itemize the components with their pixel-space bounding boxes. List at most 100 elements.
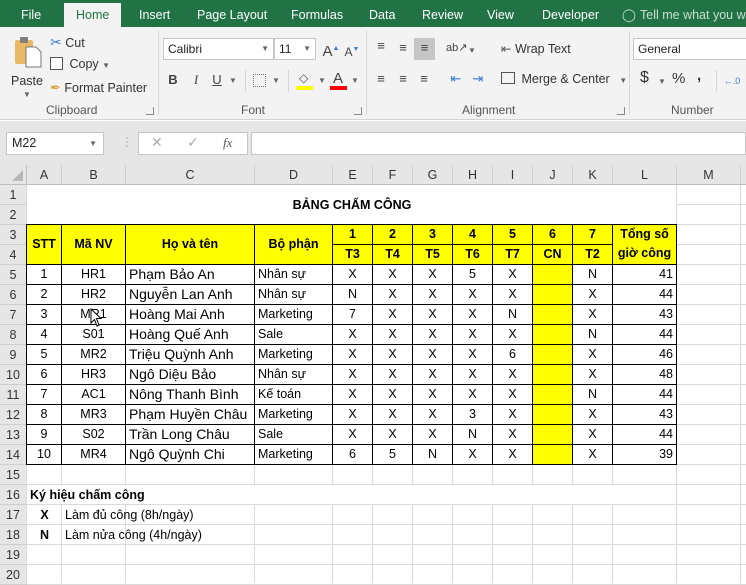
cell-day-5[interactable]: 6: [492, 344, 533, 365]
cell-day-4[interactable]: X: [452, 444, 493, 465]
row-header-14[interactable]: 14: [0, 445, 27, 465]
cell-day-1[interactable]: X: [332, 364, 373, 385]
copy-button[interactable]: Copy ▼: [50, 57, 110, 71]
header-day-4[interactable]: 4: [452, 224, 493, 245]
tab-home[interactable]: Home: [64, 3, 122, 27]
cell-ho-ten[interactable]: Phạm Huyền Châu: [125, 404, 255, 425]
align-right-icon[interactable]: ≡: [414, 69, 434, 89]
cell-stt[interactable]: 10: [26, 444, 62, 465]
header-stt[interactable]: STT: [26, 224, 62, 265]
cell-ho-ten[interactable]: Ngô Diệu Bảo: [125, 364, 255, 385]
cell-day-1[interactable]: X: [332, 264, 373, 285]
fill-color-icon[interactable]: ◇: [296, 71, 314, 91]
cancel-icon[interactable]: ✕: [151, 134, 163, 151]
font-name-select[interactable]: Calibri ▼: [163, 38, 274, 60]
cell-stt[interactable]: 2: [26, 284, 62, 305]
header-tong-gio-cong[interactable]: Tổng số giờ công: [612, 224, 677, 265]
cell-bo-phan[interactable]: Sale: [254, 324, 333, 345]
row-header-10[interactable]: 10: [0, 365, 27, 385]
cell-day-5[interactable]: N: [492, 304, 533, 325]
row-header-20[interactable]: 20: [0, 565, 27, 585]
header-weekday-t5[interactable]: T5: [412, 244, 453, 265]
cell-day-1[interactable]: X: [332, 324, 373, 345]
cell-day-6[interactable]: [532, 304, 573, 325]
decrease-indent-icon[interactable]: ⇤: [446, 69, 466, 89]
wrap-text-button[interactable]: ⇤ Wrap Text: [501, 41, 571, 56]
row-header-5[interactable]: 5: [0, 265, 27, 285]
cell-tong-gio-cong[interactable]: 46: [612, 344, 677, 365]
header-day-3[interactable]: 3: [412, 224, 453, 245]
column-header-f[interactable]: F: [373, 165, 413, 185]
column-header-k[interactable]: K: [573, 165, 613, 185]
align-left-icon[interactable]: ≡: [371, 69, 391, 89]
formula-bar-grip-icon[interactable]: ⋮: [121, 135, 133, 149]
cell-stt[interactable]: 6: [26, 364, 62, 385]
cell-ho-ten[interactable]: Ngô Quỳnh Chi: [125, 444, 255, 465]
cell-day-7[interactable]: X: [572, 444, 613, 465]
font-color-dropdown-icon[interactable]: ▼: [351, 76, 359, 85]
cell-day-3[interactable]: X: [412, 424, 453, 445]
cell-day-3[interactable]: N: [412, 444, 453, 465]
cell-stt[interactable]: 1: [26, 264, 62, 285]
increase-indent-icon[interactable]: ⇥: [468, 69, 488, 89]
cell-ma-nv[interactable]: AC1: [61, 384, 126, 405]
cell-day-6[interactable]: [532, 324, 573, 345]
cell-tong-gio-cong[interactable]: 44: [612, 384, 677, 405]
cell-day-5[interactable]: X: [492, 404, 533, 425]
cell-ho-ten[interactable]: Trần Long Châu: [125, 424, 255, 445]
cell-tong-gio-cong[interactable]: 41: [612, 264, 677, 285]
row-header-16[interactable]: 16: [0, 485, 27, 505]
cell-day-3[interactable]: X: [412, 344, 453, 365]
font-size-select[interactable]: 11 ▼: [274, 38, 316, 60]
cell-day-2[interactable]: X: [372, 264, 413, 285]
cell-ho-ten[interactable]: Hoàng Mai Anh: [125, 304, 255, 325]
cell-day-2[interactable]: X: [372, 284, 413, 305]
cell-day-1[interactable]: X: [332, 424, 373, 445]
tab-formulas[interactable]: Formulas: [291, 0, 343, 27]
tab-insert[interactable]: Insert: [139, 0, 170, 27]
bold-button[interactable]: B: [163, 70, 183, 90]
paste-button[interactable]: Paste ▼: [8, 33, 46, 99]
header-ma-nv[interactable]: Mã NV: [61, 224, 126, 265]
italic-button[interactable]: I: [186, 70, 206, 90]
cell-ma-nv[interactable]: HR3: [61, 364, 126, 385]
column-header-n[interactable]: [741, 165, 746, 185]
align-top-icon[interactable]: ≡: [371, 36, 391, 56]
cell-day-2[interactable]: X: [372, 364, 413, 385]
increase-font-size-icon[interactable]: A▲: [321, 39, 341, 60]
cell-ho-ten[interactable]: Hoàng Quế Anh: [125, 324, 255, 345]
tab-file[interactable]: File: [21, 0, 41, 27]
cell-ma-nv[interactable]: S02: [61, 424, 126, 445]
font-color-icon[interactable]: A: [330, 69, 348, 91]
underline-button[interactable]: U: [207, 70, 227, 90]
cell-day-1[interactable]: 7: [332, 304, 373, 325]
cell-ma-nv[interactable]: HR2: [61, 284, 126, 305]
cell-day-6[interactable]: [532, 284, 573, 305]
cell-day-2[interactable]: X: [372, 304, 413, 325]
cell-stt[interactable]: 8: [26, 404, 62, 425]
header-weekday-cn[interactable]: CN: [532, 244, 573, 265]
cut-button[interactable]: ✂ Cut: [50, 34, 85, 51]
tell-me-search[interactable]: ◯ Tell me what you wa: [622, 0, 746, 27]
row-header-6[interactable]: 6: [0, 285, 27, 305]
header-day-2[interactable]: 2: [372, 224, 413, 245]
cell-bo-phan[interactable]: Nhân sự: [254, 364, 333, 385]
underline-dropdown-icon[interactable]: ▼: [229, 76, 237, 85]
cell-day-3[interactable]: X: [412, 404, 453, 425]
merge-center-button[interactable]: Merge & Center ▼: [501, 72, 627, 86]
cell-stt[interactable]: 3: [26, 304, 62, 325]
cell-ho-ten[interactable]: Triệu Quỳnh Anh: [125, 344, 255, 365]
legend-symbol[interactable]: N: [27, 525, 62, 545]
row-header-7[interactable]: 7: [0, 305, 27, 325]
column-header-m[interactable]: M: [677, 165, 741, 185]
cell-day-1[interactable]: X: [332, 344, 373, 365]
cell-day-3[interactable]: X: [412, 304, 453, 325]
number-format-select[interactable]: General: [633, 38, 746, 60]
row-header-8[interactable]: 8: [0, 325, 27, 345]
cell-bo-phan[interactable]: Sale: [254, 424, 333, 445]
cell-day-4[interactable]: X: [452, 304, 493, 325]
cell-stt[interactable]: 4: [26, 324, 62, 345]
column-header-b[interactable]: B: [62, 165, 126, 185]
cell-stt[interactable]: 5: [26, 344, 62, 365]
cell-day-4[interactable]: X: [452, 324, 493, 345]
